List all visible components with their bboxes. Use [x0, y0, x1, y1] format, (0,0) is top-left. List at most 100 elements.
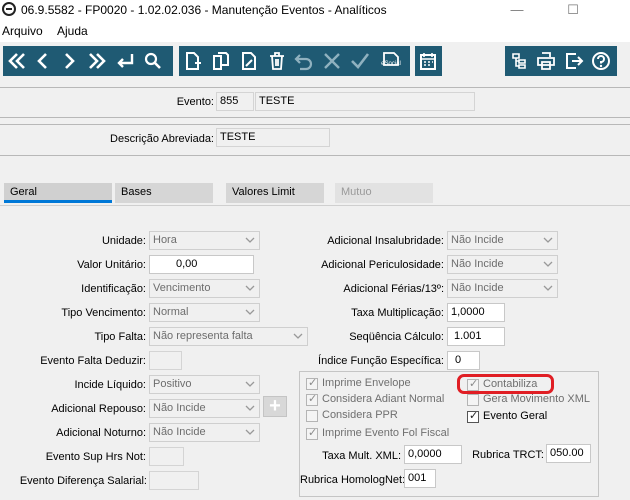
tipo-vencimento-select[interactable]: Normal: [149, 303, 260, 322]
taxa-multiplicacao-field[interactable]: 1,0000: [447, 303, 505, 322]
indice-funcao-label: Índice Função Específica:: [318, 355, 444, 367]
evento-name-field[interactable]: TESTE: [255, 92, 475, 111]
periculosidade-value: Não Incide: [451, 258, 504, 270]
tipo-falta-value: Não representa falta: [153, 330, 253, 342]
minimize-button[interactable]: —: [494, 0, 540, 20]
tab-valores-limit[interactable]: Valores Limit: [226, 183, 324, 203]
descricao-field[interactable]: TESTE: [216, 128, 330, 147]
edit-group: eSocial: [179, 46, 410, 76]
evento-sup-field[interactable]: [149, 447, 184, 466]
periculosidade-label: Adicional Periculosidade:: [321, 259, 444, 271]
identificacao-value: Vencimento: [153, 282, 211, 294]
last-record-icon[interactable]: [85, 48, 109, 74]
sequencia-calculo-label: Seqüência Cálculo:: [349, 331, 444, 343]
maximize-button[interactable]: ☐: [550, 0, 596, 20]
next-record-icon[interactable]: [57, 48, 81, 74]
chevron-down-icon: [543, 285, 553, 291]
edit-document-icon[interactable]: [237, 48, 261, 74]
tipo-falta-select[interactable]: Não representa falta: [149, 327, 308, 346]
indice-funcao-field[interactable]: 0: [447, 351, 480, 370]
print-icon[interactable]: [534, 48, 558, 74]
undo-icon: [292, 48, 316, 74]
esocial-icon[interactable]: eSocial: [376, 48, 406, 74]
sequencia-calculo-field[interactable]: 1.001: [447, 327, 505, 346]
new-document-icon[interactable]: [181, 48, 205, 74]
toolbar: eSocial: [0, 44, 630, 78]
app-icon: [2, 2, 16, 16]
valor-unitario-field[interactable]: 0,00: [149, 255, 254, 274]
unidade-label: Unidade:: [101, 235, 146, 247]
search-icon[interactable]: [141, 48, 165, 74]
tipo-vencimento-value: Normal: [153, 306, 189, 318]
tab-geral[interactable]: Geral: [4, 183, 112, 203]
menu-arquivo[interactable]: Arquivo: [2, 24, 43, 38]
hierarchy-icon[interactable]: [507, 48, 531, 74]
navigation-group: [3, 46, 173, 76]
checkbox-box: [467, 409, 479, 423]
rubrica-homolog-field[interactable]: 001: [404, 469, 436, 488]
unidade-select[interactable]: Hora: [149, 231, 260, 250]
contabiliza-highlight: [457, 374, 554, 394]
checkbox-box: [306, 426, 318, 440]
checkbox-box: [467, 394, 479, 406]
ferias-select[interactable]: Não Incide: [447, 279, 558, 298]
rubrica-trct-field[interactable]: 050.00: [546, 444, 591, 463]
delete-icon[interactable]: [265, 48, 289, 74]
help-icon[interactable]: [589, 48, 613, 74]
taxa-multiplicacao-label: Taxa Multiplicação:: [351, 307, 444, 319]
considera-adiant-label: Considera Adiant Normal: [322, 393, 445, 405]
unidade-value: Hora: [153, 234, 177, 246]
evento-diferenca-field[interactable]: [149, 471, 199, 490]
rubrica-homolog-label: Rubrica HomologNet:: [300, 474, 406, 486]
calendar-icon[interactable]: [416, 48, 440, 74]
adicional-noturno-select[interactable]: Não Incide: [149, 423, 260, 442]
taxa-mult-xml-field[interactable]: 0,0000: [404, 445, 462, 464]
tipo-vencimento-label: Tipo Vencimento:: [61, 307, 146, 319]
incide-liquido-select[interactable]: Positivo: [149, 375, 260, 394]
imprime-evento-fol-label: Imprime Evento Fol Fiscal: [322, 427, 450, 439]
chevron-down-icon: [245, 405, 255, 411]
imprime-envelope-label: Imprime Envelope: [322, 377, 411, 389]
checkbox-box: [306, 392, 318, 406]
identificacao-select[interactable]: Vencimento: [149, 279, 260, 298]
confirm-icon: [348, 48, 372, 74]
evento-sup-label: Evento Sup Hrs Not:: [45, 451, 146, 463]
tab-divider: [0, 205, 630, 206]
considera-ppr-label: Considera PPR: [322, 409, 398, 421]
evento-falta-label: Evento Falta Deduzir:: [40, 355, 146, 367]
return-icon[interactable]: [113, 48, 137, 74]
tab-bases[interactable]: Bases: [115, 183, 213, 203]
chevron-down-icon: [245, 309, 255, 315]
first-record-icon[interactable]: [5, 48, 29, 74]
chevron-down-icon: [543, 261, 553, 267]
evento-diferenca-label: Evento Diferença Salarial:: [19, 475, 147, 487]
adicional-noturno-value: Não Incide: [153, 426, 206, 438]
tipo-falta-label: Tipo Falta:: [94, 331, 146, 343]
chevron-down-icon: [245, 285, 255, 291]
periculosidade-select[interactable]: Não Incide: [447, 255, 558, 274]
add-button[interactable]: +: [263, 396, 287, 417]
ferias-value: Não Incide: [451, 282, 504, 294]
title-bar: 06.9.5582 - FP0020 - 1.02.02.036 - Manut…: [0, 0, 630, 20]
rubrica-trct-label: Rubrica TRCT:: [472, 449, 544, 461]
chevron-down-icon: [245, 381, 255, 387]
copy-document-icon[interactable]: [209, 48, 233, 74]
insalubridade-label: Adicional Insalubridade:: [327, 235, 444, 247]
ferias-label: Adicional Férias/13º:: [343, 283, 444, 295]
evento-falta-field[interactable]: [149, 351, 182, 370]
insalubridade-select[interactable]: Não Incide: [447, 231, 558, 250]
evento-code-field[interactable]: 855: [216, 92, 254, 111]
descricao-label: Descrição Abreviada:: [110, 133, 214, 145]
previous-record-icon[interactable]: [31, 48, 55, 74]
checkbox-box: [306, 376, 318, 390]
utility-group: [505, 46, 617, 76]
exit-icon[interactable]: [562, 48, 586, 74]
menu-ajuda[interactable]: Ajuda: [57, 24, 88, 38]
window-title: 06.9.5582 - FP0020 - 1.02.02.036 - Manut…: [21, 3, 387, 17]
evento-geral-label: Evento Geral: [483, 410, 548, 422]
evento-label: Evento:: [176, 96, 214, 108]
adicional-noturno-label: Adicional Noturno:: [56, 427, 146, 439]
incide-liquido-value: Positivo: [153, 378, 192, 390]
adicional-repouso-select[interactable]: Não Incide: [149, 399, 260, 418]
adicional-repouso-value: Não Incide: [153, 402, 206, 414]
